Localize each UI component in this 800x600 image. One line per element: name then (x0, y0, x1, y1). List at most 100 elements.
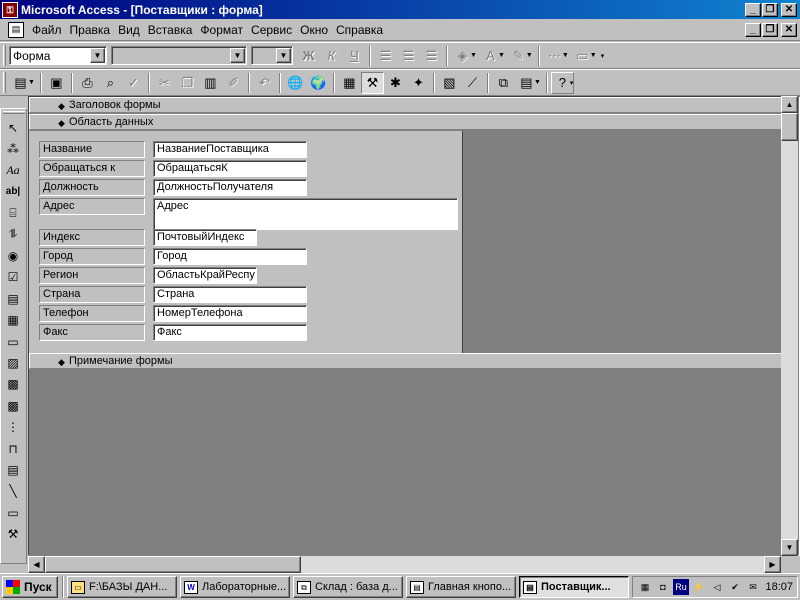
start-button[interactable]: Пуск (2, 576, 58, 598)
label-country[interactable]: Страна (39, 286, 145, 303)
combobox-icon[interactable]: ▤ (1, 288, 25, 309)
control-country[interactable]: Страна (153, 286, 307, 303)
control-contact[interactable]: ОбращатьсяК (153, 160, 307, 177)
copy-icon[interactable]: ❐ (176, 72, 199, 94)
task-folder[interactable]: ▭ F:\БАЗЫ ДАН... (67, 576, 177, 598)
menu-insert[interactable]: Вставка (144, 23, 197, 37)
paste-icon[interactable]: ▥ (199, 72, 222, 94)
form-document-icon[interactable]: ▤ (8, 21, 24, 38)
font-size-combo[interactable]: ▼ (251, 46, 293, 65)
label-region[interactable]: Регион (39, 267, 145, 284)
italic-button[interactable]: К (320, 45, 343, 67)
label-phone[interactable]: Телефон (39, 305, 145, 322)
unbound-frame-icon[interactable]: ▩ (1, 374, 25, 395)
format-painter-icon[interactable]: ✐ (222, 72, 245, 94)
label-contact[interactable]: Обращаться к (39, 160, 145, 177)
menu-window[interactable]: Окно (296, 23, 332, 37)
label-position[interactable]: Должность (39, 179, 145, 196)
detail-section[interactable]: Название НазваниеПоставщика Обращаться к… (29, 131, 462, 353)
option-button-icon[interactable]: ◉ (1, 245, 25, 266)
more-controls-icon[interactable]: ⚒ (1, 523, 25, 544)
control-city[interactable]: Город (153, 248, 307, 265)
rectangle-icon[interactable]: ▭ (1, 502, 25, 523)
listbox-icon[interactable]: ▦ (1, 310, 25, 331)
scroll-right-icon[interactable]: ▶ (764, 556, 781, 573)
toggle-button-icon[interactable]: ⥮ (1, 224, 25, 245)
label-tool-icon[interactable]: Aa (1, 160, 25, 181)
menu-file[interactable]: Файл (28, 23, 66, 37)
line-icon[interactable]: ╲ (1, 481, 25, 502)
save-icon[interactable]: ▣ (45, 72, 68, 94)
mail-icon[interactable]: ✉ (745, 579, 761, 595)
code-icon[interactable]: ✦ (407, 72, 430, 94)
volume-icon[interactable]: ◁ (709, 579, 725, 595)
doc-restore-button[interactable]: ❐ (762, 22, 778, 37)
properties-icon[interactable]: ▧ (438, 72, 461, 94)
toolbar-grip[interactable] (3, 72, 6, 93)
vertical-scroll-thumb[interactable] (781, 113, 798, 141)
menu-tools[interactable]: Сервис (247, 23, 296, 37)
vertical-scrollbar[interactable]: ▲ ▼ (781, 96, 798, 556)
page-break-icon[interactable]: ⋮ (1, 416, 25, 437)
chevron-down-icon[interactable]: ▼ (276, 48, 291, 63)
clock[interactable]: 18:07 (765, 581, 793, 593)
antivirus-icon[interactable]: ◘ (655, 579, 671, 595)
control-postal-code[interactable]: ПочтовыйИндекс (153, 229, 257, 246)
section-header-bar[interactable]: ◆ Заголовок формы (29, 97, 782, 113)
horizontal-scroll-track[interactable] (301, 556, 764, 573)
label-address[interactable]: Адрес (39, 198, 145, 215)
underline-button[interactable]: Ч (343, 45, 366, 67)
menu-edit[interactable]: Правка (66, 23, 115, 37)
scheduler-icon[interactable]: ▦ (637, 579, 653, 595)
control-address[interactable]: Адрес (153, 198, 458, 230)
bound-frame-icon[interactable]: ▩ (1, 395, 25, 416)
task-word[interactable]: W Лабораторные... (180, 576, 290, 598)
print-icon[interactable]: ⎙ (76, 72, 99, 94)
horizontal-scroll-thumb[interactable] (45, 556, 301, 573)
insert-hyperlink-icon[interactable]: 🌐 (284, 72, 307, 94)
scroll-up-icon[interactable]: ▲ (781, 96, 798, 113)
database-window-icon[interactable]: ⧉ (492, 72, 515, 94)
scroll-left-icon[interactable]: ◀ (28, 556, 45, 573)
access-key-icon[interactable]: ⚿ (2, 1, 18, 18)
build-icon[interactable]: ⟋ (461, 72, 484, 94)
scroll-down-icon[interactable]: ▼ (781, 539, 798, 556)
image-icon[interactable]: ▨ (1, 352, 25, 373)
control-region[interactable]: ОбластьКрайРеспу (153, 267, 257, 284)
undo-icon[interactable]: ↶ (253, 72, 276, 94)
object-combo[interactable]: Форма ▼ (9, 46, 107, 65)
toolbox-icon[interactable]: ⚒ (360, 71, 384, 94)
close-button[interactable]: ✕ (781, 2, 797, 17)
chevron-down-icon[interactable]: ▼ (526, 52, 533, 59)
section-footer-bar[interactable]: ◆ Примечание формы (29, 353, 782, 369)
web-toolbar-icon[interactable]: 🌍 (307, 72, 330, 94)
select-pointer-icon[interactable]: ↖ (1, 117, 25, 138)
wizard-wand-icon[interactable]: ⁂ (1, 138, 25, 159)
chevron-down-icon[interactable]: ▼ (90, 48, 105, 63)
chevron-down-icon[interactable]: ▼ (590, 52, 597, 59)
label-name[interactable]: Название (39, 141, 145, 158)
cut-icon[interactable]: ✂ (153, 72, 176, 94)
doc-minimize-button[interactable]: _ (745, 22, 761, 37)
print-preview-icon[interactable]: ⌕ (99, 72, 122, 94)
network-icon[interactable]: ⚡ (691, 579, 707, 595)
tab-control-icon[interactable]: ⊓ (1, 438, 25, 459)
command-button-icon[interactable]: ▭ (1, 331, 25, 352)
control-phone[interactable]: НомерТелефона (153, 305, 307, 322)
textbox-tool-icon[interactable]: ab| (1, 181, 25, 202)
restore-button[interactable]: ❐ (762, 2, 778, 17)
align-left-icon[interactable]: ☰ (374, 45, 397, 67)
label-city[interactable]: Город (39, 248, 145, 265)
toolbox-grip[interactable] (3, 111, 25, 114)
section-detail-bar[interactable]: ◆ Область данных (29, 114, 782, 130)
font-combo[interactable]: ▼ (111, 46, 247, 65)
control-position[interactable]: ДолжностьПолучателя (153, 179, 307, 196)
toolbar-more-icon[interactable]: ▾ (601, 52, 605, 60)
task-suppliers-form[interactable]: ▤ Поставщик... (519, 576, 629, 598)
minimize-button[interactable]: _ (745, 2, 761, 17)
task-switchboard[interactable]: ▤ Главная кнопо... (406, 576, 516, 598)
label-fax[interactable]: Факс (39, 324, 145, 341)
menu-help[interactable]: Справка (332, 23, 387, 37)
chevron-down-icon[interactable]: ▼ (470, 52, 477, 59)
chevron-down-icon[interactable]: ▼ (28, 79, 35, 86)
